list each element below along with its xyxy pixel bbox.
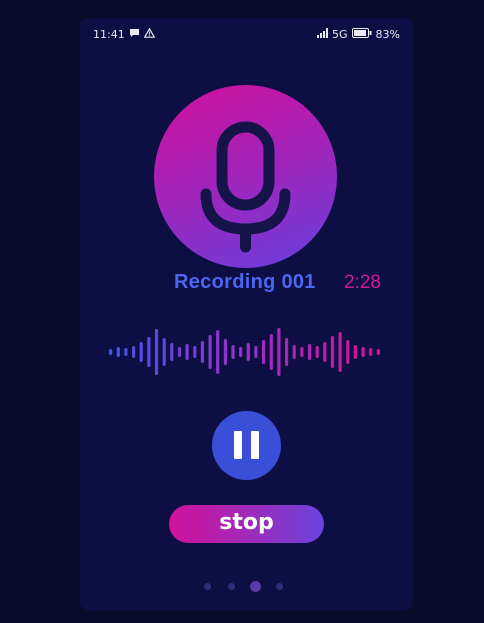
- wave-bar: [109, 349, 113, 355]
- battery-icon: [351, 28, 372, 41]
- wave-bar: [262, 340, 266, 364]
- recorder-screen: 11:41 5G 83% Recording 001 2:28 stop: [80, 18, 413, 610]
- wave-bar: [231, 345, 235, 359]
- waveform: [109, 328, 380, 376]
- wave-bar: [361, 347, 365, 357]
- wave-bar: [216, 330, 220, 374]
- microphone-icon: [200, 121, 291, 253]
- stop-button[interactable]: stop: [169, 505, 324, 543]
- wave-bar: [338, 332, 342, 372]
- wave-bar: [292, 345, 296, 359]
- page-dot-4[interactable]: [276, 583, 283, 590]
- page-dot-2[interactable]: [228, 583, 235, 590]
- wave-bar: [177, 347, 182, 357]
- wave-bar: [369, 348, 373, 356]
- recording-duration: 2:28: [344, 272, 381, 293]
- wave-bar: [254, 346, 258, 358]
- wave-bar: [300, 347, 304, 357]
- wave-bar: [376, 349, 380, 355]
- wave-bar: [139, 342, 143, 362]
- wave-bar: [200, 341, 204, 363]
- wave-bar: [285, 338, 289, 366]
- wave-bar: [307, 344, 312, 360]
- wave-bar: [353, 345, 357, 359]
- microphone-button[interactable]: [154, 85, 337, 268]
- wave-bar: [223, 339, 227, 365]
- status-bar: 11:41 5G 83%: [80, 18, 413, 50]
- wave-bar: [208, 335, 212, 369]
- page-dot-1[interactable]: [204, 583, 211, 590]
- wave-bar: [154, 329, 159, 375]
- status-time: 11:41: [93, 28, 125, 41]
- wave-bar: [346, 340, 350, 364]
- network-label: 5G: [332, 28, 348, 41]
- wave-bar: [323, 342, 327, 362]
- pause-button[interactable]: [212, 411, 281, 480]
- wave-bar: [116, 347, 120, 357]
- wave-bar: [246, 343, 250, 361]
- wave-bar: [170, 343, 174, 361]
- recording-title: Recording 001: [174, 271, 316, 293]
- wave-bar: [132, 346, 136, 358]
- wave-bar: [239, 347, 243, 357]
- wave-bar: [185, 344, 189, 360]
- warning-icon: [143, 27, 156, 41]
- battery-percent: 83%: [375, 28, 400, 41]
- wave-bar: [162, 338, 166, 366]
- wave-bar: [277, 328, 281, 376]
- status-left: 11:41: [93, 27, 156, 41]
- status-right: 5G 83%: [317, 28, 400, 41]
- wave-bar: [147, 337, 151, 367]
- page-dot-3[interactable]: [250, 581, 261, 592]
- wave-bar: [124, 348, 128, 356]
- signal-icon: [317, 28, 329, 41]
- wave-bar: [315, 346, 319, 358]
- wave-bar: [193, 346, 197, 358]
- wave-bar: [330, 336, 335, 368]
- wave-bar: [269, 334, 273, 370]
- message-icon: [129, 28, 140, 41]
- page-indicator: [204, 580, 294, 592]
